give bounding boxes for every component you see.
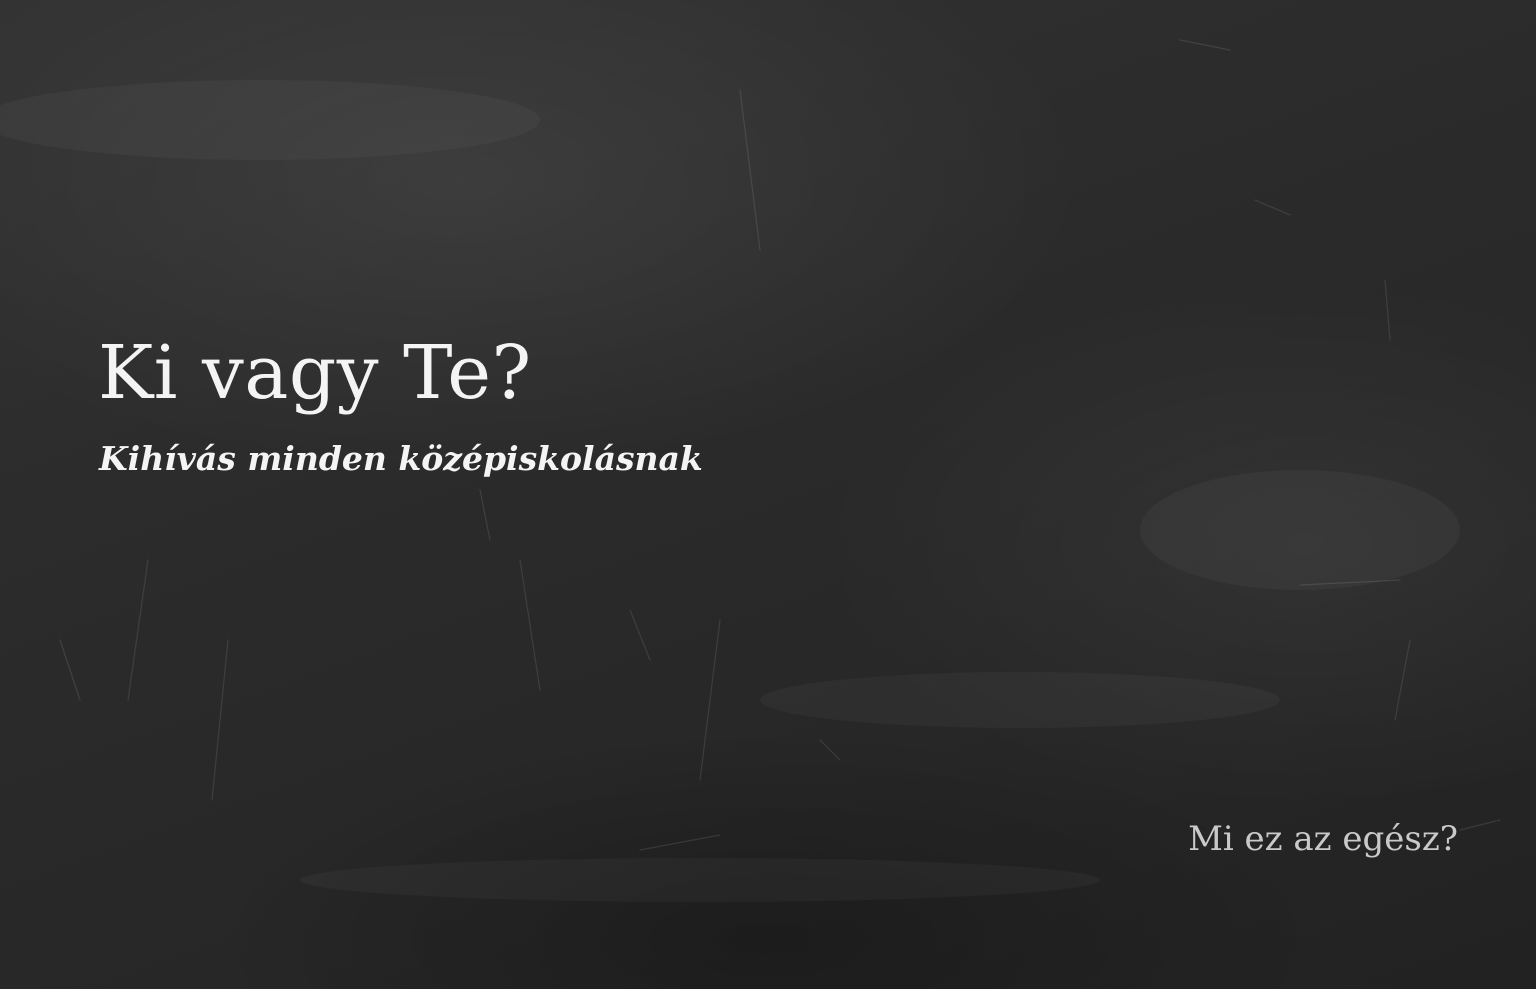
about-link[interactable]: Mi ez az egész? bbox=[1188, 818, 1458, 860]
page-title: Ki vagy Te? bbox=[98, 330, 532, 416]
page-subtitle: Kihívás minden középiskolásnak bbox=[99, 439, 703, 478]
chalkboard-background: Ki vagy Te? Kihívás minden középiskolásn… bbox=[0, 0, 1536, 989]
